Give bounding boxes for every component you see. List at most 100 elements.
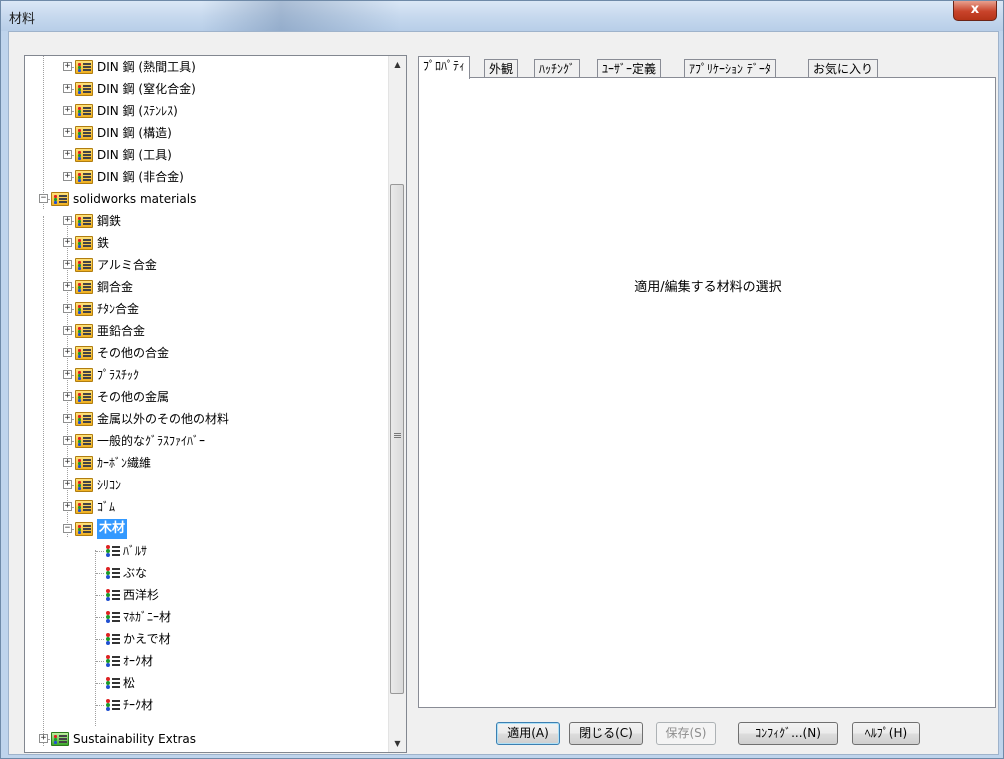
tree-material-item[interactable]: かえで材 xyxy=(25,628,385,650)
tree-material-item[interactable]: 西洋杉 xyxy=(25,584,385,606)
expand-plus-icon[interactable]: + xyxy=(63,502,72,511)
tab-hatching[interactable]: ﾊｯﾁﾝｸﾞ xyxy=(534,59,581,78)
tree-library-item[interactable]: + Sustainability Extras xyxy=(25,728,385,750)
title-bar[interactable]: 材料 x xyxy=(1,1,1003,31)
tree-library-item[interactable]: + DIN 鋼 (工具) xyxy=(25,144,385,166)
material-library-icon xyxy=(75,104,93,118)
tree-material-item[interactable]: 松 xyxy=(25,672,385,694)
material-library-tree[interactable]: + DIN 鋼 (熱間工具) + DIN 鋼 (窒化合金) + DIN 鋼 (ｽﾃﾝﾚｽ)… xyxy=(24,55,407,753)
tree-library-item[interactable]: + ｶｰﾎﾞﾝ繊維 xyxy=(25,452,385,474)
close-button[interactable]: 閉じる(C) xyxy=(569,722,643,745)
expand-plus-icon[interactable]: + xyxy=(63,392,72,401)
expand-plus-icon[interactable]: + xyxy=(63,172,72,181)
expand-plus-icon[interactable]: + xyxy=(63,84,72,93)
expand-plus-icon[interactable]: + xyxy=(39,734,48,743)
tree-library-item[interactable]: + DIN 鋼 (窒化合金) xyxy=(25,78,385,100)
tab-custom[interactable]: ﾕｰｻﾞｰ定義 xyxy=(597,59,662,78)
expand-plus-icon[interactable]: + xyxy=(63,458,72,467)
tree-content: + DIN 鋼 (熱間工具) + DIN 鋼 (窒化合金) + DIN 鋼 (ｽﾃﾝﾚｽ)… xyxy=(25,56,388,752)
expand-plus-icon[interactable]: + xyxy=(63,414,72,423)
tree-item-label: ぶな xyxy=(123,566,148,580)
tree-library-item[interactable]: + DIN 鋼 (非合金) xyxy=(25,166,385,188)
tree-item-label: ﾁﾀﾝ合金 xyxy=(97,302,140,316)
tab-properties[interactable]: ﾌﾟﾛﾊﾟﾃｨ xyxy=(418,56,471,79)
expand-plus-icon[interactable]: + xyxy=(63,150,72,159)
expand-plus-icon[interactable]: + xyxy=(63,436,72,445)
tree-library-item[interactable]: + ｼﾘｺﾝ xyxy=(25,474,385,496)
material-icon xyxy=(105,611,121,624)
tree-material-item[interactable]: ﾏﾎｶﾞﾆｰ材 xyxy=(25,606,385,628)
expand-plus-icon[interactable]: + xyxy=(63,106,72,115)
tree-library-item[interactable]: + 亜鉛合金 xyxy=(25,320,385,342)
material-library-icon xyxy=(75,60,93,74)
collapse-minus-icon[interactable]: − xyxy=(63,524,72,533)
material-library-icon xyxy=(75,390,93,404)
tree-item-label: ﾁｰｸ材 xyxy=(123,698,154,712)
tree-library-item[interactable]: + その他の金属 xyxy=(25,386,385,408)
tree-item-label: ﾌﾟﾗｽﾁｯｸ xyxy=(97,368,140,382)
tree-library-item[interactable]: + ﾌﾟﾗｽﾁｯｸ xyxy=(25,364,385,386)
tree-library-item[interactable]: + ｺﾞﾑ xyxy=(25,496,385,518)
tree-material-item[interactable]: ぶな xyxy=(25,562,385,584)
apply-button[interactable]: 適用(A) xyxy=(496,722,560,745)
tree-library-item[interactable]: + 鋼鉄 xyxy=(25,210,385,232)
tab-application-data[interactable]: ｱﾌﾟﾘｹｰｼｮﾝ ﾃﾞｰﾀ xyxy=(684,59,776,78)
material-library-icon xyxy=(75,478,93,492)
tree-library-item[interactable]: + DIN 鋼 (熱間工具) xyxy=(25,56,385,78)
close-window-button[interactable]: x xyxy=(953,1,997,21)
expand-plus-icon[interactable]: + xyxy=(63,216,72,225)
tree-item-label: ｶｰﾎﾞﾝ繊維 xyxy=(97,456,152,470)
material-library-icon xyxy=(75,434,93,448)
tree-library-item[interactable]: − solidworks materials xyxy=(25,188,385,210)
tree-item-label: その他の金属 xyxy=(97,390,170,404)
tree-item-label-selected: 木材 xyxy=(97,519,128,539)
expand-plus-icon[interactable]: + xyxy=(63,238,72,247)
config-button[interactable]: ｺﾝﾌｨｸﾞ...(N) xyxy=(738,722,838,745)
expand-plus-icon[interactable]: + xyxy=(63,62,72,71)
tree-vertical-scrollbar[interactable]: ▲ ▼ xyxy=(388,56,406,752)
sustainability-library-icon xyxy=(51,732,69,746)
material-library-icon xyxy=(75,324,93,338)
tree-library-item[interactable]: + アルミ合金 xyxy=(25,254,385,276)
save-button[interactable]: 保存(S) xyxy=(656,722,716,745)
expand-plus-icon[interactable]: + xyxy=(63,260,72,269)
material-library-icon xyxy=(75,456,93,470)
expand-plus-icon[interactable]: + xyxy=(63,370,72,379)
help-button[interactable]: ﾍﾙﾌﾟ(H) xyxy=(852,722,920,745)
tree-connector xyxy=(96,705,104,706)
expand-plus-icon[interactable]: + xyxy=(63,348,72,357)
tree-library-item[interactable]: − 木材 xyxy=(25,518,385,540)
material-library-icon xyxy=(75,148,93,162)
tree-material-item[interactable]: ﾊﾞﾙｻ xyxy=(25,540,385,562)
tree-item-label: ｺﾞﾑ xyxy=(97,500,116,514)
tree-library-item[interactable]: + DIN 鋼 (構造) xyxy=(25,122,385,144)
tree-item-label: 金属以外のその他の材料 xyxy=(97,412,230,426)
tree-library-item[interactable]: + DIN 鋼 (ｽﾃﾝﾚｽ) xyxy=(25,100,385,122)
expand-plus-icon[interactable]: + xyxy=(63,480,72,489)
tree-library-item[interactable]: + その他の合金 xyxy=(25,342,385,364)
tree-library-item[interactable]: + 金属以外のその他の材料 xyxy=(25,408,385,430)
tree-material-item[interactable]: ﾁｰｸ材 xyxy=(25,694,385,716)
collapse-minus-icon[interactable]: − xyxy=(39,194,48,203)
tree-library-item[interactable]: + 鉄 xyxy=(25,232,385,254)
tree-library-item[interactable]: + 銅合金 xyxy=(25,276,385,298)
expand-plus-icon[interactable]: + xyxy=(63,326,72,335)
tree-item-label: DIN 鋼 (熱間工具) xyxy=(97,60,196,74)
material-icon xyxy=(105,589,121,602)
scrollbar-thumb[interactable] xyxy=(390,184,404,694)
tree-material-item[interactable]: ｵｰｸ材 xyxy=(25,650,385,672)
tree-item-label: 鉄 xyxy=(97,236,110,250)
scroll-up-arrow-icon[interactable]: ▲ xyxy=(389,56,406,73)
tab-appearance[interactable]: 外観 xyxy=(484,59,519,78)
expand-plus-icon[interactable]: + xyxy=(63,128,72,137)
expand-plus-icon[interactable]: + xyxy=(63,304,72,313)
expand-plus-icon[interactable]: + xyxy=(63,282,72,291)
tab-favorites[interactable]: お気に入り xyxy=(808,59,879,78)
tree-item-label: 亜鉛合金 xyxy=(97,324,146,338)
scroll-down-arrow-icon[interactable]: ▼ xyxy=(389,735,406,752)
tree-library-item[interactable]: + 一般的なｸﾞﾗｽﾌｧｲﾊﾞｰ xyxy=(25,430,385,452)
material-library-icon xyxy=(75,302,93,316)
tree-item-label: ｼﾘｺﾝ xyxy=(97,478,122,492)
tree-item-label: solidworks materials xyxy=(73,192,197,206)
tree-library-item[interactable]: + ﾁﾀﾝ合金 xyxy=(25,298,385,320)
